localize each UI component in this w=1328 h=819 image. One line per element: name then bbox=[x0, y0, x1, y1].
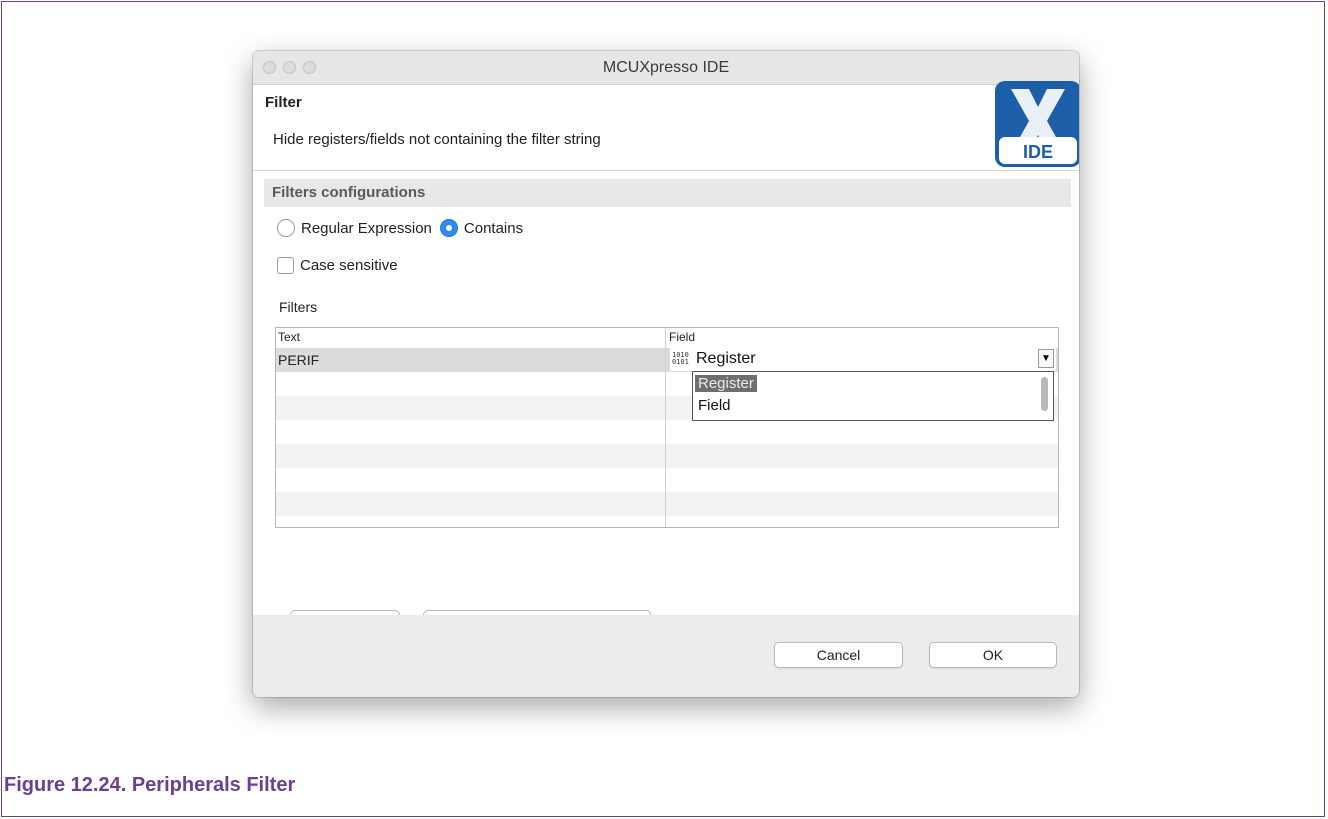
dialog-body: Filters configurations Regular Expressio… bbox=[253, 171, 1079, 636]
dropdown-arrow-icon[interactable]: ▼ bbox=[1038, 349, 1054, 368]
figure-caption: Figure 12.24. Peripherals Filter bbox=[4, 774, 296, 796]
dialog-banner: Filter Hide registers/fields not contain… bbox=[253, 85, 1079, 171]
contains-radio[interactable] bbox=[439, 219, 458, 237]
cancel-button[interactable]: Cancel bbox=[774, 642, 903, 668]
table-row-empty[interactable] bbox=[276, 492, 1058, 516]
case-sensitive-option: Case sensitive bbox=[277, 257, 406, 274]
banner-description: Hide registers/fields not containing the… bbox=[273, 131, 601, 148]
section-title: Filters configurations bbox=[272, 184, 426, 201]
field-type-dropdown-list: Register Field bbox=[692, 371, 1054, 421]
banner-title: Filter bbox=[265, 94, 302, 111]
column-header-field[interactable]: Field bbox=[669, 330, 695, 344]
ok-button[interactable]: OK bbox=[929, 642, 1057, 668]
mcuxpresso-ide-logo-icon: IDE bbox=[995, 81, 1079, 167]
dialog-footer: Cancel OK bbox=[253, 615, 1079, 697]
filter-dialog: MCUXpresso IDE Filter Hide registers/fie… bbox=[253, 51, 1079, 697]
window-title: MCUXpresso IDE bbox=[602, 59, 730, 76]
title-bar: MCUXpresso IDE bbox=[253, 51, 1079, 85]
field-type-combo[interactable]: 1010 0101 Register ▼ bbox=[670, 348, 1056, 371]
table-row-empty[interactable] bbox=[276, 444, 1058, 468]
field-type-value: Register bbox=[696, 350, 756, 367]
logo-text: IDE bbox=[1023, 142, 1053, 162]
table-row-empty[interactable] bbox=[276, 468, 1058, 492]
regular-expression-label[interactable]: Regular Expression bbox=[301, 220, 432, 237]
dropdown-scrollbar[interactable] bbox=[1041, 377, 1048, 411]
filters-table: Text Field PERIF 1010 0101 Register ▼ Reg… bbox=[275, 327, 1059, 528]
column-divider bbox=[665, 328, 666, 527]
regular-expression-radio[interactable] bbox=[277, 219, 295, 237]
column-header-text[interactable]: Text bbox=[278, 330, 300, 344]
table-row-empty[interactable] bbox=[276, 420, 1058, 444]
table-row-empty[interactable] bbox=[276, 516, 1058, 527]
case-sensitive-checkbox[interactable] bbox=[277, 257, 294, 274]
match-mode-options: Regular Expression Contains bbox=[277, 217, 531, 239]
filters-label: Filters bbox=[279, 299, 318, 315]
binary-register-icon: 1010 0101 bbox=[672, 351, 689, 366]
filter-text-cell[interactable]: PERIF bbox=[278, 352, 319, 368]
contains-label[interactable]: Contains bbox=[464, 220, 523, 237]
dropdown-option-register[interactable]: Register bbox=[695, 375, 757, 392]
case-sensitive-label[interactable]: Case sensitive bbox=[300, 257, 398, 274]
dropdown-option-field[interactable]: Field bbox=[695, 397, 734, 414]
section-header: Filters configurations bbox=[264, 179, 1071, 207]
